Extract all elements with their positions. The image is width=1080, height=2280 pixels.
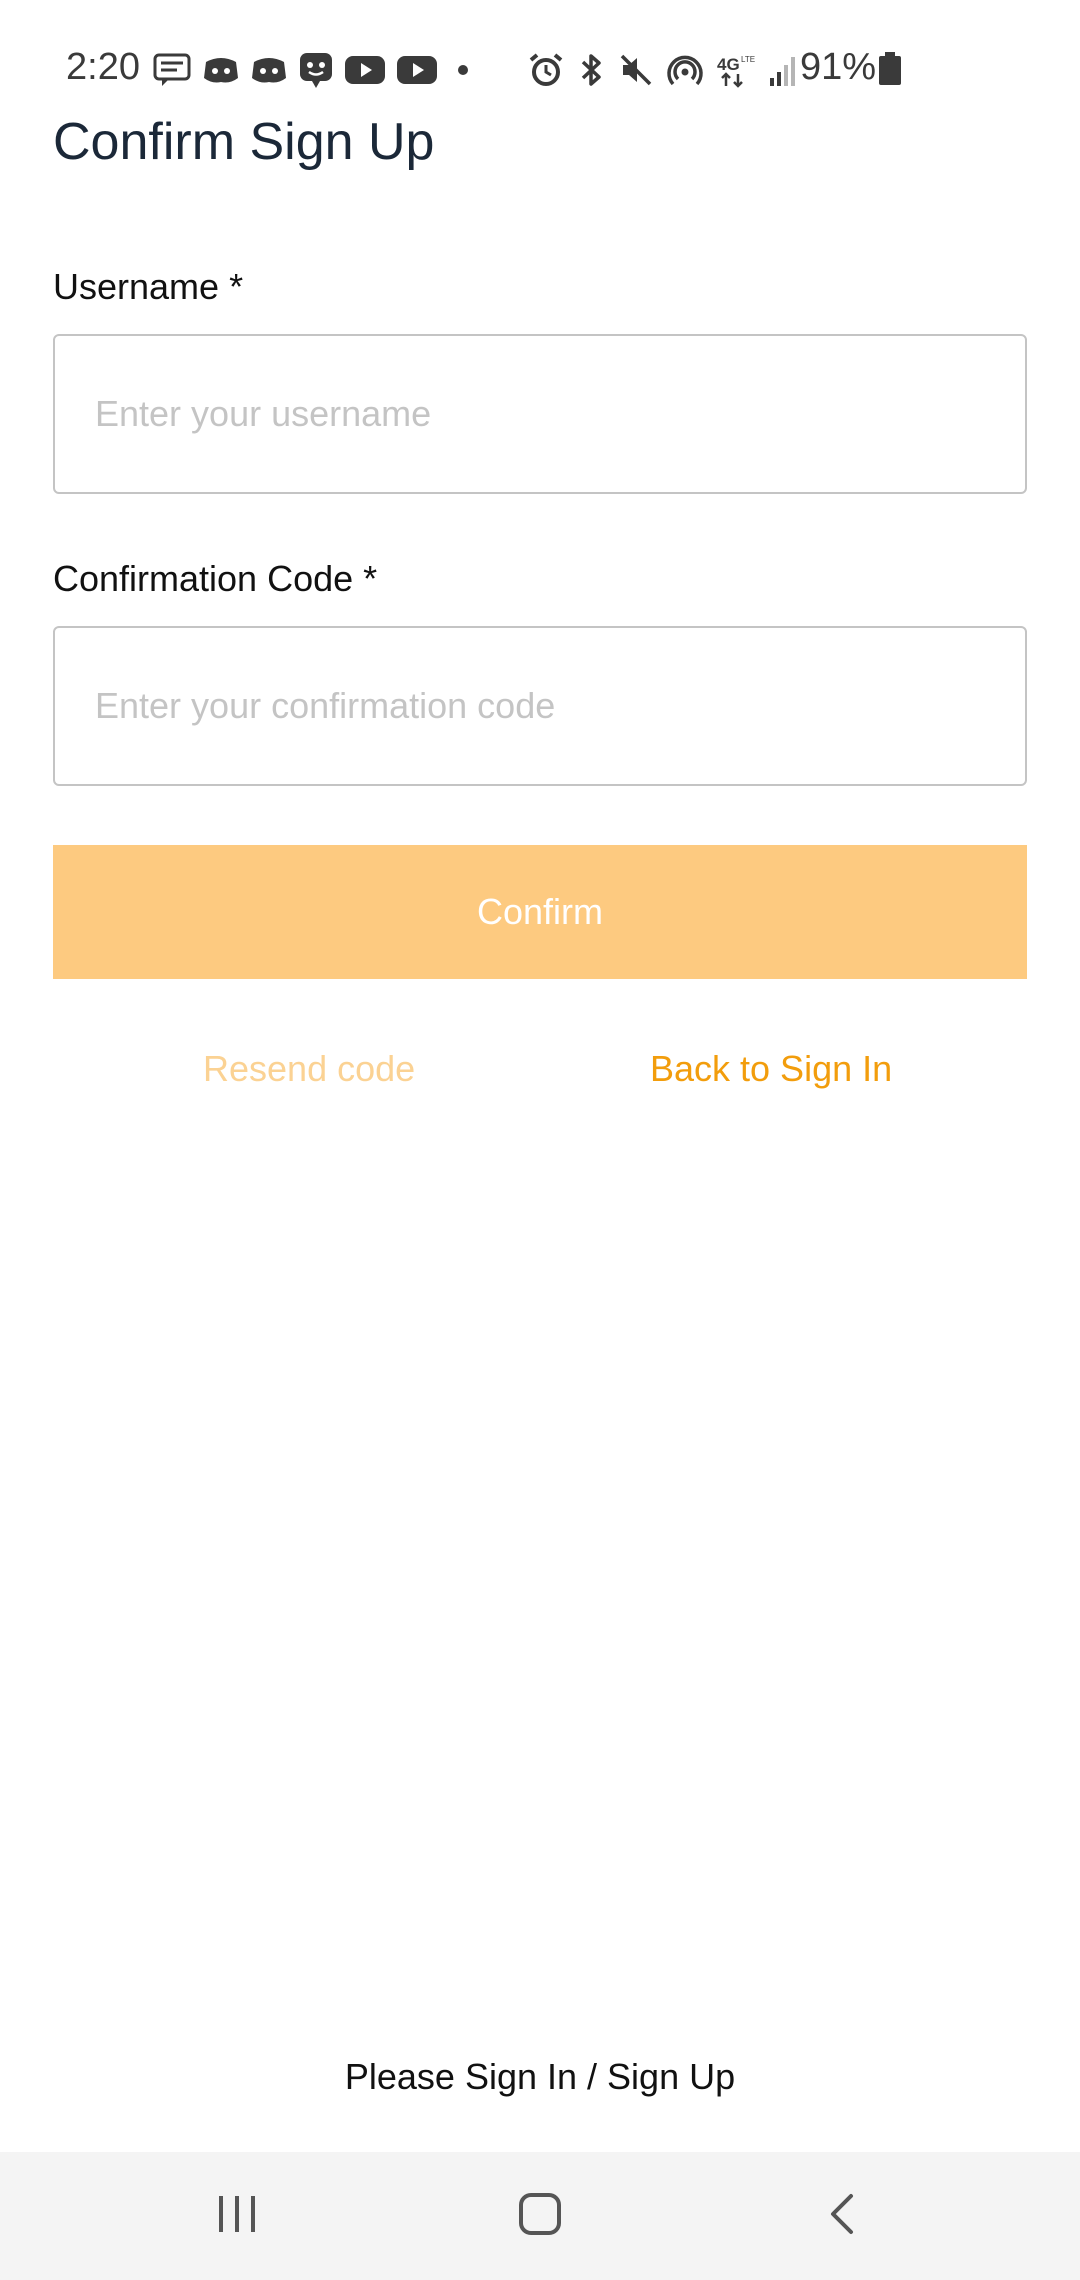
bluetooth-icon [576,52,606,88]
dot-icon [448,55,478,85]
battery-icon [878,52,902,86]
back-to-sign-in-link[interactable]: Back to Sign In [650,1048,892,1090]
discord-icon [202,54,240,86]
resend-code-link[interactable]: Resend code [203,1048,415,1090]
message-icon [152,52,192,88]
mute-icon [618,52,654,88]
confirmation-code-input[interactable] [53,626,1027,786]
system-icons: 4G LTE [528,50,800,90]
page-title: Confirm Sign Up [53,113,435,171]
notification-icons [152,50,478,90]
confirmation-code-label: Confirmation Code * [53,558,378,599]
discord-icon [250,54,288,86]
status-time: 2:20 [66,46,140,88]
battery-percent: 91% [800,46,877,88]
4g-network-icon: 4G LTE [716,52,756,88]
youtube-icon [344,55,386,85]
signal-icon [768,52,800,88]
app-screen: 2:20 4G LTE 91% Confirm Sign Up Username… [0,0,1080,2280]
username-label: Username * [53,266,244,307]
alarm-icon [528,52,564,88]
youtube-icon [396,55,438,85]
navigation-bar [0,2152,1080,2280]
back-button[interactable] [812,2186,872,2246]
home-icon [518,2192,562,2241]
recents-icon [215,2194,259,2239]
status-bar: 2:20 4G LTE 91% [0,0,1080,130]
confirm-button[interactable]: Confirm [53,845,1027,979]
svg-text:LTE: LTE [741,55,755,64]
footer-text: Please Sign In / Sign Up [344,2056,736,2097]
recents-button[interactable] [207,2186,267,2246]
username-input[interactable] [53,334,1027,494]
svg-text:4G: 4G [717,55,740,74]
chat-bot-icon [298,51,334,89]
home-button[interactable] [510,2186,570,2246]
hotspot-icon [666,52,704,88]
back-icon [827,2192,857,2241]
